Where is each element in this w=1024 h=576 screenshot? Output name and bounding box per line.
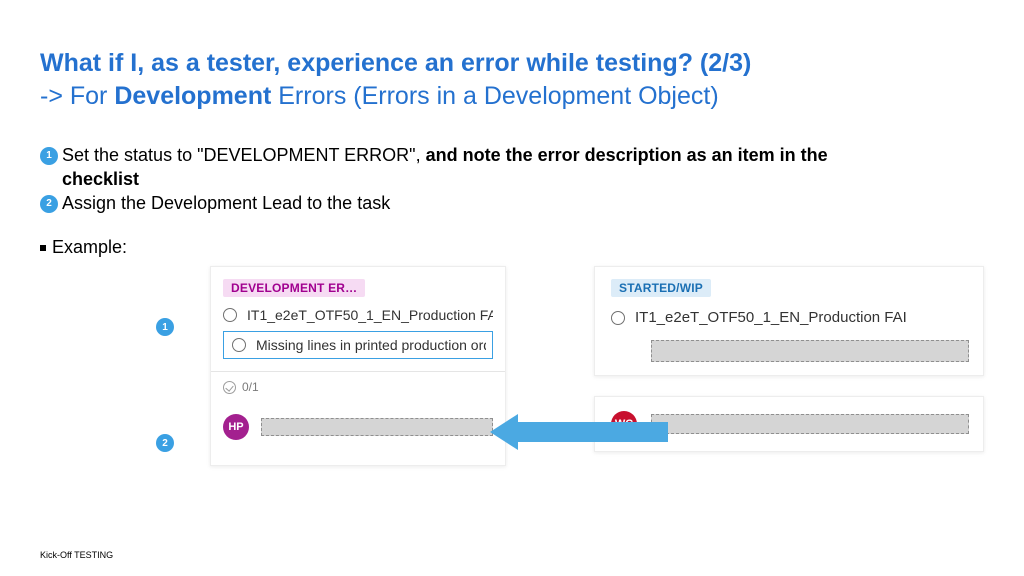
redacted-name-right — [651, 414, 969, 434]
unchecked-circle-icon — [232, 338, 246, 352]
example-label-text: Example: — [52, 237, 127, 257]
callout-badge-1: 1 — [156, 318, 174, 336]
avatar-hp: HP — [223, 414, 249, 440]
step-1-plain: Set the status to "DEVELOPMENT ERROR", — [62, 145, 426, 165]
checklist-item-highlighted: Missing lines in printed production orde… — [223, 331, 493, 359]
bullet-icon — [40, 245, 46, 251]
step-1-text: Set the status to "DEVELOPMENT ERROR", a… — [62, 143, 984, 167]
title-line2-suffix: Errors (Errors in a Development Object) — [271, 82, 718, 110]
title-line2-bold: Development — [114, 82, 271, 110]
checklist-progress: 0/1 — [223, 380, 493, 394]
step-1-cont: checklist — [62, 167, 984, 191]
arrow-shaft — [518, 422, 668, 442]
unchecked-circle-icon — [223, 308, 237, 322]
slide-root: What if I, as a tester, experience an er… — [0, 0, 1024, 576]
redacted-line-right — [651, 340, 969, 362]
slide-title-line2: -> For Development Errors (Errors in a D… — [40, 81, 984, 112]
status-tag-development-error: DEVELOPMENT ER… — [223, 279, 365, 297]
arrow-head — [490, 414, 518, 450]
divider — [211, 371, 505, 372]
task-title-right: IT1_e2eT_OTF50_1_EN_Production FAI — [635, 309, 907, 326]
example-label: Example: — [40, 237, 984, 258]
assignee-row-left: HP — [223, 414, 493, 440]
callout-badge-2: 2 — [156, 434, 174, 452]
checklist-item-row: Missing lines in printed production orde… — [232, 337, 486, 353]
step-badge-1: 1 — [40, 147, 58, 165]
example-area: 1 2 DEVELOPMENT ER… IT1_e2eT_OTF50_1_EN_… — [40, 266, 984, 496]
step-1: 1 Set the status to "DEVELOPMENT ERROR",… — [40, 143, 984, 167]
status-tag-started-wip: STARTED/WIP — [611, 279, 711, 297]
step-1-bold: and note the error description as an ite… — [426, 145, 828, 165]
checklist-item-text: Missing lines in printed production orde… — [256, 337, 486, 353]
task-title: IT1_e2eT_OTF50_1_EN_Production FAI — [247, 307, 493, 323]
redacted-name-left — [261, 418, 493, 436]
step-badge-2: 2 — [40, 195, 58, 213]
task-row-right: IT1_e2eT_OTF50_1_EN_Production FAI — [611, 309, 969, 326]
checkmark-circle-icon — [223, 381, 236, 394]
title-line2-prefix: -> For — [40, 82, 114, 110]
steps-list: 1 Set the status to "DEVELOPMENT ERROR",… — [40, 143, 984, 216]
task-row: IT1_e2eT_OTF50_1_EN_Production FAI — [223, 307, 493, 323]
unchecked-circle-icon — [611, 311, 625, 325]
slide-title-line1: What if I, as a tester, experience an er… — [40, 48, 984, 79]
progress-text: 0/1 — [242, 380, 259, 394]
card-development-error: DEVELOPMENT ER… IT1_e2eT_OTF50_1_EN_Prod… — [210, 266, 506, 466]
arrow-left-icon — [490, 414, 668, 450]
step-2-text: Assign the Development Lead to the task — [62, 191, 984, 215]
card-started-wip: STARTED/WIP IT1_e2eT_OTF50_1_EN_Producti… — [594, 266, 984, 376]
footer-text: Kick-Off TESTING — [40, 550, 113, 560]
step-2: 2 Assign the Development Lead to the tas… — [40, 191, 984, 215]
